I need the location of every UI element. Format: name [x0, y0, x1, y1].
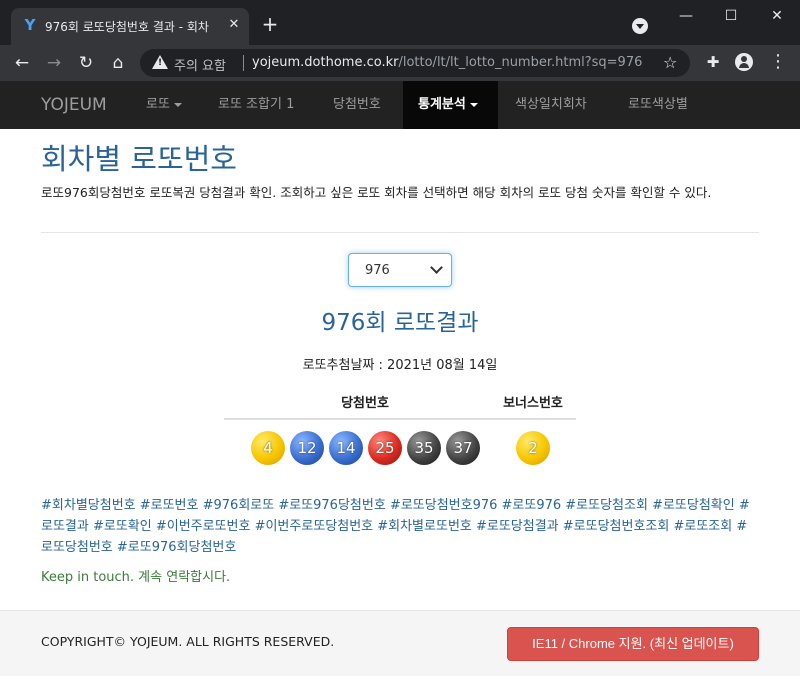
brand-logo[interactable]: YOJEUM — [41, 95, 107, 115]
browser-tab[interactable]: Y 976회 로또당첨번호 결과 - 회차 ✕ — [11, 8, 249, 45]
site-favicon-icon: Y — [24, 16, 36, 34]
reload-icon[interactable]: ↻ — [74, 51, 98, 75]
nav-label: 로또 조합기 1 — [218, 97, 295, 112]
bonus-ball: 2 — [516, 431, 550, 465]
security-warning[interactable]: 주의 요함 — [174, 55, 226, 74]
site-navbar: YOJEUM 로또 로또 조합기 1 당첨번호 통계분석 색상일치회차 로또색상… — [0, 81, 800, 129]
nav-item-color-match[interactable]: 색상일치회차 — [500, 81, 602, 129]
nav-item-combiner[interactable]: 로또 조합기 1 — [203, 81, 309, 129]
extensions-icon[interactable]: ✚ — [704, 53, 722, 71]
nav-label: 통계분석 — [418, 97, 466, 112]
lotto-ball: 25 — [368, 431, 402, 465]
caret-down-icon — [469, 102, 478, 107]
selected-round: 976 — [365, 263, 390, 278]
hashtag-links[interactable]: #회차별당첨번호 #로또번호 #976회로또 #로또976당첨번호 #로또당첨번… — [41, 495, 759, 558]
lotto-ball: 37 — [446, 431, 480, 465]
footer: COPYRIGHT© YOJEUM. ALL RIGHTS RESERVED. … — [0, 610, 800, 676]
profile-icon[interactable] — [735, 53, 753, 71]
tab-search-icon[interactable] — [632, 18, 648, 34]
divider — [41, 232, 759, 233]
draw-date: 로또추첨날짜 : 2021년 08월 14일 — [302, 358, 498, 373]
address-bar[interactable]: 주의 요함 yojeum.dothome.co.kr/lotto/lt/lt_l… — [140, 49, 690, 77]
browser-menu-icon[interactable]: ⋮ — [768, 51, 788, 73]
maximize-icon[interactable]: ☐ — [721, 6, 741, 26]
new-tab-icon[interactable]: + — [260, 14, 280, 34]
balls-divider — [224, 418, 576, 420]
url-path: /lotto/lt/lt_lotto_number.html?sq=976 — [398, 55, 643, 70]
tab-title: 976회 로또당첨번호 결과 - 회차 — [45, 20, 209, 34]
lotto-ball: 12 — [290, 431, 324, 465]
close-window-icon[interactable]: ✕ — [767, 6, 787, 26]
winning-numbers-header: 당첨번호 — [341, 396, 389, 411]
copyright-text: COPYRIGHT© YOJEUM. ALL RIGHTS RESERVED. — [41, 634, 335, 649]
chevron-down-icon — [430, 261, 443, 274]
browser-toolbar: ← → ↻ ⌂ 주의 요함 yojeum.dothome.co.kr/lotto… — [0, 45, 800, 81]
nav-item-lotto[interactable]: 로또 — [131, 81, 197, 129]
nav-label: 색상일치회차 — [515, 97, 587, 112]
bonus-number-header: 보너스번호 — [503, 396, 563, 411]
url-host: yojeum.dothome.co.kr — [252, 55, 399, 70]
nav-item-statistics[interactable]: 통계분석 — [403, 81, 498, 129]
back-icon[interactable]: ← — [10, 51, 34, 75]
nav-item-winning-numbers[interactable]: 당첨번호 — [318, 81, 396, 129]
tab-close-icon[interactable]: ✕ — [226, 17, 242, 33]
page-title: 회차별 로또번호 — [41, 142, 237, 176]
caret-down-icon — [173, 102, 182, 107]
omnibox-separator — [243, 55, 244, 71]
nav-item-by-color[interactable]: 로또색상별 — [613, 81, 703, 129]
lotto-ball: 35 — [407, 431, 441, 465]
nav-label: 당첨번호 — [333, 97, 381, 112]
warning-icon[interactable] — [152, 55, 168, 69]
lotto-ball: 4 — [251, 431, 285, 465]
nav-label: 로또 — [146, 97, 170, 112]
forward-icon[interactable]: → — [42, 51, 66, 75]
nav-label: 로또색상별 — [628, 97, 688, 112]
bookmark-star-icon[interactable]: ☆ — [663, 53, 677, 73]
result-title: 976회 로또결과 — [321, 310, 479, 336]
browser-support-button[interactable]: IE11 / Chrome 지원. (최신 업데이트) — [507, 627, 759, 661]
keep-in-touch-text: Keep in touch. 계속 연락합시다. — [41, 570, 231, 585]
minimize-icon[interactable]: — — [676, 6, 696, 26]
page-description: 로또976회당첨번호 로또복권 당첨결과 확인. 조회하고 싶은 로또 회차를 … — [41, 185, 712, 200]
lotto-ball: 14 — [329, 431, 363, 465]
round-select[interactable]: 976 — [348, 253, 452, 287]
url-text[interactable]: yojeum.dothome.co.kr/lotto/lt/lt_lotto_n… — [252, 55, 642, 70]
home-icon[interactable]: ⌂ — [106, 51, 130, 75]
browser-tabbar: Y 976회 로또당첨번호 결과 - 회차 ✕ + — ☐ ✕ — [0, 0, 800, 45]
